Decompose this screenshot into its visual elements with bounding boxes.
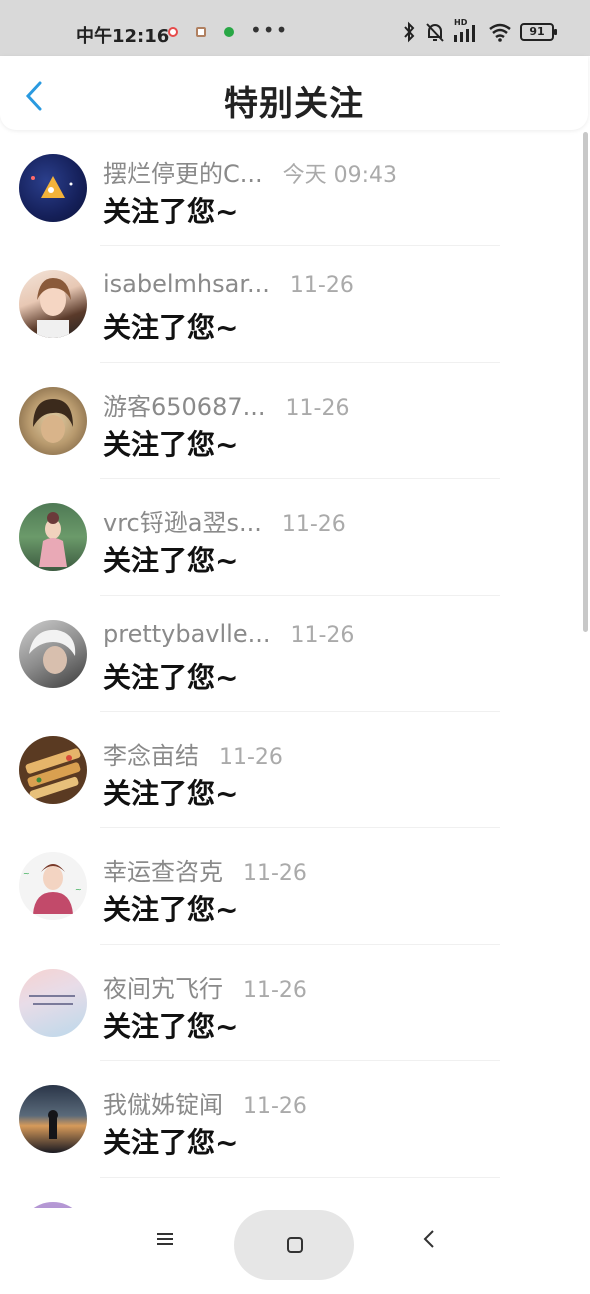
notification-message: 关注了您~: [103, 776, 239, 810]
cell-signal-icon: HD: [454, 18, 480, 43]
notification-app-icon-3: [224, 27, 234, 37]
notification-message: 关注了您~: [103, 893, 239, 927]
avatar[interactable]: [19, 1085, 87, 1154]
menu-icon: [157, 1233, 173, 1245]
username[interactable]: 摆烂停更的C...: [103, 154, 263, 189]
status-time: 中午12:16: [76, 26, 170, 47]
username[interactable]: 幸运查咨克: [103, 852, 223, 887]
notification-message: 关注了您~: [103, 1009, 239, 1043]
scrollbar[interactable]: [583, 132, 588, 632]
bluetooth-icon: [404, 21, 415, 43]
wifi-icon: [489, 23, 511, 42]
notification-message: 关注了您~: [103, 195, 239, 228]
username[interactable]: vrc锊逊a翌s...: [103, 503, 262, 538]
notification-message: 关注了您~: [103, 1126, 239, 1160]
list-item[interactable]: 摆烂停更的C... 今天 09:43 关注了您~: [0, 130, 580, 247]
username[interactable]: 游客650687...: [103, 387, 266, 422]
home-button[interactable]: [234, 1210, 354, 1280]
timestamp: 11-26: [289, 273, 354, 299]
menu-button[interactable]: [148, 1222, 182, 1256]
timestamp: 11-26: [243, 977, 307, 1003]
list-item[interactable]: vrc锊逊a翌s... 11-26 关注了您~: [0, 479, 580, 596]
follower-list: 摆烂停更的C... 今天 09:43 关注了您~ isabelmhsar... …: [0, 130, 580, 1294]
notification-message: 关注了您~: [103, 427, 239, 461]
list-item[interactable]: prettybavlle... 11-26 关注了您~: [0, 596, 580, 712]
status-icons: HD 91: [402, 18, 557, 44]
avatar[interactable]: [19, 619, 87, 688]
timestamp: 11-26: [243, 861, 307, 887]
username[interactable]: prettybavlle...: [103, 620, 271, 648]
avatar[interactable]: [19, 386, 87, 455]
more-notifications-icon: •••: [250, 18, 289, 42]
timestamp: 今天 09:43: [282, 163, 398, 188]
username[interactable]: isabelmhsar...: [103, 270, 270, 298]
list-item[interactable]: isabelmhsar... 11-26 关注了您~: [0, 246, 580, 363]
mute-bell-icon: [426, 23, 444, 42]
notification-message: 关注了您~: [103, 311, 239, 345]
system-back-button[interactable]: [412, 1222, 446, 1256]
battery-icon: 91: [520, 23, 557, 41]
svg-text:~: ~: [75, 885, 82, 894]
list-item[interactable]: 游客650687... 11-26 关注了您~: [0, 363, 580, 480]
timestamp: 11-26: [285, 395, 350, 421]
timestamp: 11-26: [243, 1094, 307, 1120]
page-title: 特别关注: [224, 84, 364, 124]
app-header: 特别关注: [0, 56, 588, 130]
username[interactable]: 李念亩结: [103, 736, 199, 771]
avatar[interactable]: [19, 735, 87, 804]
avatar[interactable]: [19, 503, 87, 572]
avatar[interactable]: [19, 968, 87, 1037]
list-item[interactable]: 夜间宄飞行 11-26 关注了您~: [0, 945, 580, 1062]
timestamp: 11-26: [219, 744, 283, 770]
list-item[interactable]: 我僦姊锭闻 11-26 关注了您~: [0, 1061, 580, 1178]
notification-message: 关注了您~: [103, 544, 239, 578]
avatar[interactable]: [19, 154, 87, 222]
notification-message: 关注了您~: [103, 660, 239, 694]
list-item[interactable]: 李念亩结 11-26 关注了您~: [0, 712, 580, 829]
username[interactable]: 夜间宄飞行: [103, 969, 223, 1004]
back-triangle-icon: [423, 1230, 434, 1248]
timestamp: 11-26: [290, 622, 355, 648]
home-square-icon: [287, 1237, 303, 1253]
timestamp: 11-26: [281, 512, 346, 538]
avatar[interactable]: [19, 270, 87, 339]
list-item[interactable]: ~ ~ 幸运查咨克 11-26 关注了您~: [0, 828, 580, 945]
username[interactable]: 我僦姊锭闻: [103, 1085, 223, 1120]
status-bar: 中午12:16 ••• HD 91: [0, 0, 590, 56]
avatar[interactable]: ~ ~: [19, 852, 87, 921]
svg-text:~: ~: [23, 869, 30, 878]
notification-app-icon-2: [196, 27, 206, 37]
notification-app-icon-1: [168, 27, 178, 37]
